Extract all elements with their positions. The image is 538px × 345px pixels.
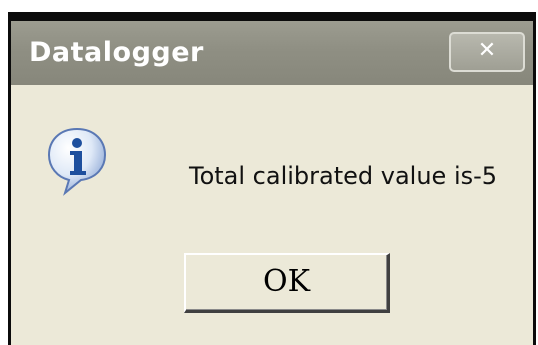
info-icon: [47, 127, 107, 196]
dialog-window: Datalogger ✕ Total calibrated value is-5…: [8, 12, 536, 345]
dialog-title: Datalogger: [29, 37, 204, 68]
close-button[interactable]: ✕: [449, 32, 525, 72]
close-icon: ✕: [477, 38, 497, 63]
title-bar[interactable]: Datalogger ✕: [11, 21, 533, 85]
message-text: Total calibrated value is-5: [189, 162, 498, 190]
dialog-body: Total calibrated value is-5 OK: [11, 85, 533, 345]
ok-button[interactable]: OK: [184, 253, 390, 313]
